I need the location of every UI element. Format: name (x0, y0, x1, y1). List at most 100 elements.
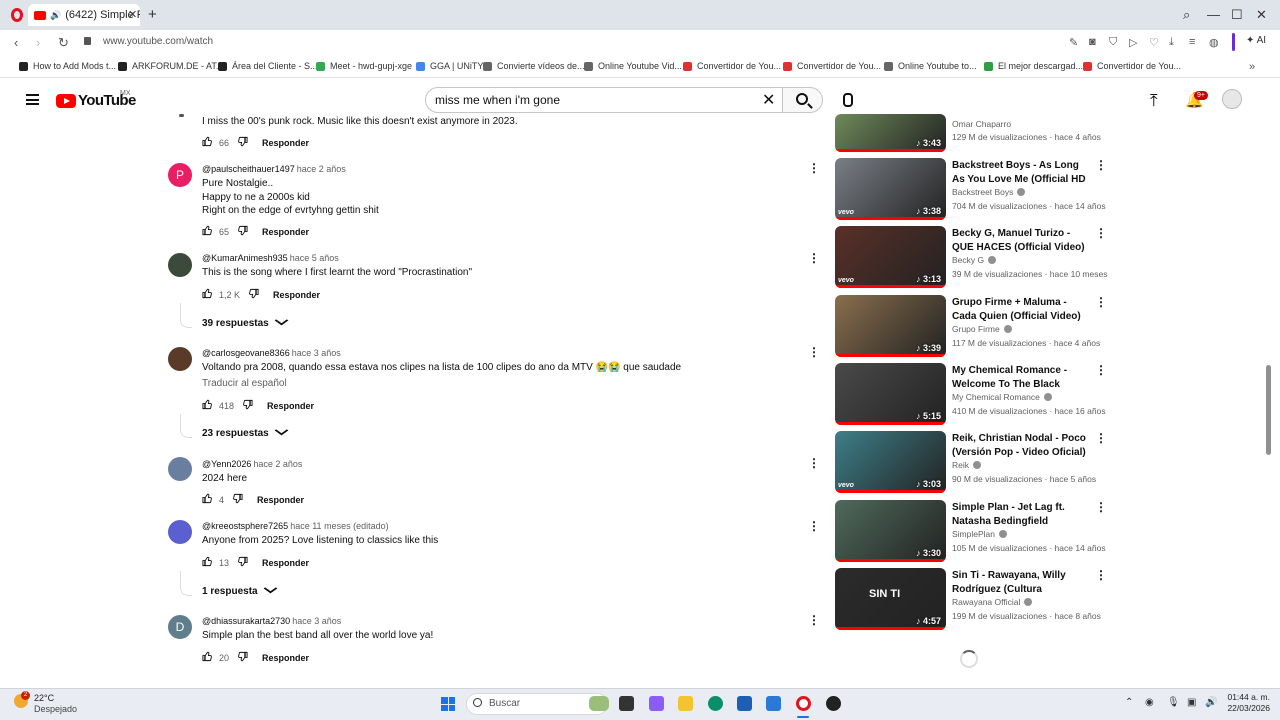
maximize-icon[interactable]: ☐ (1231, 7, 1243, 23)
like-icon[interactable] (202, 136, 213, 150)
bookmark-item[interactable]: ARKFORUM.DE - AT... (118, 61, 223, 71)
like-icon[interactable] (202, 399, 213, 413)
video-channel[interactable]: Becky G (952, 255, 997, 265)
comment-menu-icon[interactable]: ⋮ (808, 161, 820, 175)
reload-icon[interactable]: ↻ (58, 35, 69, 51)
dislike-icon[interactable] (242, 399, 253, 413)
video-thumbnail[interactable]: ♪ 5:15 (835, 363, 946, 425)
create-icon[interactable]: ⤒ (1150, 91, 1158, 111)
bookmark-item[interactable]: Online Youtube to... (884, 61, 977, 71)
like-icon[interactable] (202, 651, 213, 665)
video-menu-icon[interactable]: ⋮ (1095, 363, 1107, 377)
bookmark-item[interactable]: Convertidor de You... (1083, 61, 1181, 71)
video-title[interactable]: Becky G, Manuel Turizo - QUE HACES (Offi… (952, 227, 1088, 254)
download-icon[interactable]: ⤓ (1169, 36, 1174, 49)
opera-taskbar-icon[interactable] (796, 696, 811, 711)
heart-icon[interactable]: ♡ (1149, 36, 1159, 49)
bookmark-item[interactable]: Convertidor de You... (783, 61, 881, 71)
video-menu-icon[interactable]: ⋮ (1095, 226, 1107, 240)
comment-avatar[interactable] (168, 347, 192, 371)
video-thumbnail[interactable]: vevo ♪ 3:03 (835, 431, 946, 493)
search-tabs-icon[interactable]: ⌕ (1183, 7, 1190, 23)
dislike-icon[interactable] (237, 651, 248, 665)
camera-icon[interactable]: ◙ (1089, 36, 1096, 48)
channel-name[interactable]: Rawayana Official (952, 597, 1020, 607)
comment-handle[interactable]: @KumarAnimesh935 (202, 253, 288, 263)
new-tab-icon[interactable]: + (148, 6, 157, 23)
view-replies-button[interactable]: 1 respuesta (202, 586, 277, 597)
video-channel[interactable]: Rawayana Official (952, 597, 1033, 607)
video-thumbnail[interactable]: vevo ♪ 3:38 (835, 158, 946, 220)
comment-time[interactable]: hace 2 años (253, 459, 302, 469)
video-menu-icon[interactable]: ⋮ (1095, 158, 1107, 172)
comment-handle[interactable]: @Yenn2026 (202, 459, 251, 469)
edge-icon[interactable] (708, 696, 723, 711)
dislike-icon[interactable] (237, 136, 248, 150)
store-icon[interactable] (737, 696, 752, 711)
comment-avatar[interactable] (168, 457, 192, 481)
view-replies-button[interactable]: 23 respuestas (202, 428, 289, 439)
video-thumbnail[interactable]: ♪ 3:43 (835, 114, 946, 152)
guide-menu-icon[interactable] (26, 94, 39, 105)
tray-chevron-icon[interactable]: ⌃ (1125, 697, 1133, 708)
active-tab[interactable]: 🔊 (6422) Simple Plan - W (28, 4, 140, 26)
channel-name[interactable]: Becky G (952, 255, 984, 265)
comment-menu-icon[interactable]: ⋮ (808, 456, 820, 470)
video-thumbnail[interactable]: ♪ 3:39 (835, 295, 946, 357)
comment-author[interactable]: @Yenn2026 hace 2 años (202, 459, 302, 469)
profile-icon[interactable]: ◍ (1209, 36, 1219, 49)
video-title[interactable]: Backstreet Boys - As Long As You Love Me… (952, 159, 1088, 186)
taskbar-search[interactable]: Buscar (466, 693, 608, 715)
dislike-icon[interactable] (237, 225, 248, 239)
shield-icon[interactable]: ⛉ (1109, 36, 1117, 49)
file-explorer-icon[interactable] (678, 696, 693, 711)
video-channel[interactable]: Reik (952, 460, 982, 470)
video-menu-icon[interactable]: ⋮ (1095, 500, 1107, 514)
video-title[interactable]: Grupo Firme + Maluma - Cada Quien (Offic… (952, 296, 1088, 323)
bookmark-item[interactable]: Online Youtube Vid... (584, 61, 682, 71)
search-button[interactable] (783, 87, 823, 113)
like-icon[interactable] (202, 493, 213, 507)
opera-menu-icon[interactable] (11, 8, 23, 22)
tray-app-icon[interactable]: ◉ (1145, 697, 1154, 708)
bookmark-item[interactable]: Convertidor de You... (683, 61, 781, 71)
bookmark-item[interactable]: GGA | UNiTY (416, 61, 483, 71)
comment-avatar[interactable] (168, 253, 192, 277)
edit-icon[interactable]: ✎ (1069, 36, 1078, 49)
bookmark-item[interactable]: Meet - hwd-gupj-xge (316, 61, 412, 71)
comment-handle[interactable]: @dhiassurakarta2730 (202, 616, 290, 626)
comment-handle[interactable]: @carlosgeovane8366 (202, 348, 290, 358)
comment-author[interactable]: @carlosgeovane8366 hace 3 años (202, 348, 341, 358)
reply-button[interactable]: Responder (273, 290, 320, 300)
dislike-icon[interactable] (237, 556, 248, 570)
video-title[interactable]: Sin Ti - Rawayana, Willy Rodríguez (Cult… (952, 569, 1088, 596)
close-window-icon[interactable]: ✕ (1256, 7, 1267, 23)
channel-name[interactable]: Grupo Firme (952, 324, 1000, 334)
comment-author[interactable]: @kreeostsphere7265 hace 11 meses (editado… (202, 521, 389, 531)
comment-menu-icon[interactable]: ⋮ (808, 345, 820, 359)
reply-button[interactable]: Responder (262, 227, 309, 237)
translate-link[interactable]: Traducir al español (202, 378, 287, 389)
reply-button[interactable]: Responder (267, 401, 314, 411)
video-channel[interactable]: Grupo Firme (952, 324, 1012, 334)
comment-author[interactable]: @paulscheithauer1497 hace 2 años (202, 164, 346, 174)
video-channel[interactable]: My Chemical Romance (952, 392, 1052, 402)
comment-menu-icon[interactable]: ⋮ (808, 519, 820, 533)
video-channel[interactable]: Omar Chaparro (952, 119, 1011, 129)
bookmark-item[interactable]: Convierte vídeos de... (483, 61, 585, 71)
channel-name[interactable]: My Chemical Romance (952, 392, 1040, 402)
reply-button[interactable]: Responder (262, 138, 309, 148)
more-bookmarks-icon[interactable]: » (1249, 61, 1255, 73)
outlook-icon[interactable] (766, 696, 781, 711)
video-menu-icon[interactable]: ⋮ (1095, 568, 1107, 582)
github-icon[interactable] (826, 696, 841, 711)
like-icon[interactable] (202, 225, 213, 239)
channel-name[interactable]: SimplePlan (952, 529, 995, 539)
bookmark-item[interactable]: Área del Cliente - S... (218, 61, 318, 71)
dislike-icon[interactable] (248, 288, 259, 302)
reply-button[interactable]: Responder (262, 653, 309, 663)
video-title[interactable]: My Chemical Romance - Welcome To The Bla… (952, 364, 1088, 391)
comment-time[interactable]: hace 5 años (290, 253, 339, 263)
url-field[interactable]: www.youtube.com/watch (103, 36, 213, 47)
video-channel[interactable]: Backstreet Boys (952, 187, 1026, 197)
